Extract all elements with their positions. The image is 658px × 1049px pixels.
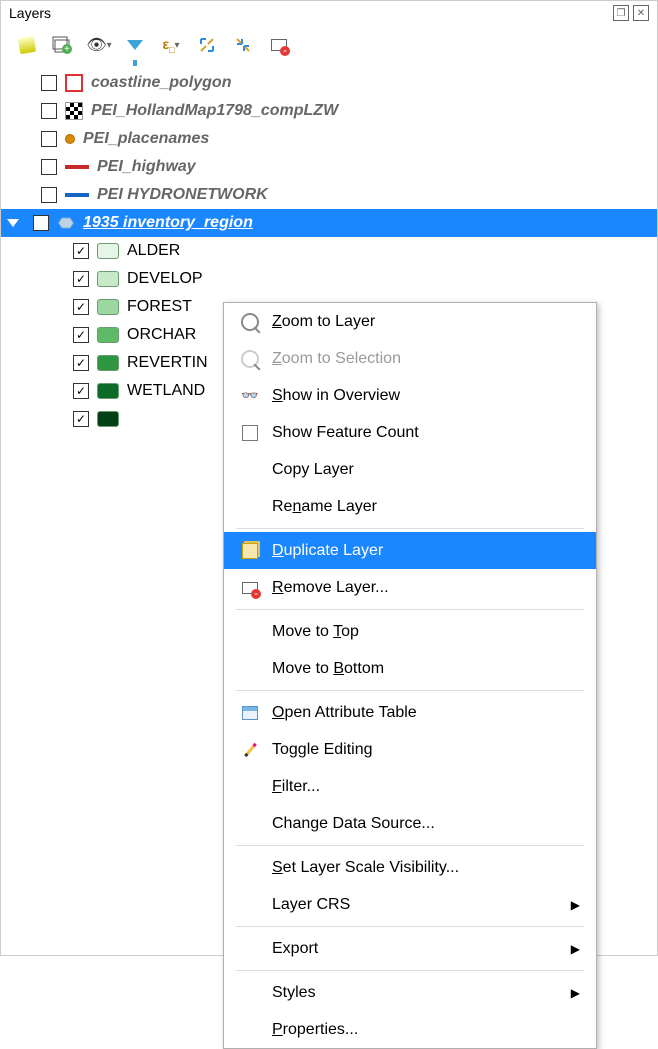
menu-duplicate-layer[interactable]: Duplicate Layer — [224, 532, 596, 569]
expand-all-icon[interactable] — [195, 33, 219, 57]
layer-tree: coastline_polygon PEI_HollandMap1798_com… — [1, 65, 657, 955]
menu-separator — [236, 926, 584, 927]
menu-copy-layer[interactable]: Copy Layer — [224, 451, 596, 488]
menu-separator — [236, 845, 584, 846]
point-swatch — [65, 134, 75, 144]
legend-label: ORCHAR — [127, 326, 196, 344]
table-icon — [242, 706, 258, 720]
menu-move-to-top[interactable]: Move to Top — [224, 613, 596, 650]
panel-undock-icon[interactable]: ❐ — [613, 5, 629, 21]
menu-separator — [236, 970, 584, 971]
duplicate-icon — [242, 543, 258, 559]
visibility-checkbox[interactable]: ✓ — [73, 383, 89, 399]
visibility-checkbox[interactable]: ✓ — [73, 411, 89, 427]
menu-toggle-editing[interactable]: Toggle Editing — [224, 731, 596, 768]
menu-set-scale-visibility[interactable]: Set Layer Scale Visibility... — [224, 849, 596, 886]
line-swatch — [65, 165, 89, 169]
visibility-checkbox[interactable] — [41, 187, 57, 203]
menu-zoom-to-selection: Zoom to Selection — [224, 340, 596, 377]
panel-header: Layers ❐ ✕ — [1, 1, 657, 25]
menu-open-attribute-table[interactable]: Open Attribute Table — [224, 694, 596, 731]
color-swatch — [97, 383, 119, 399]
menu-layer-crs[interactable]: Layer CRS▶ — [224, 886, 596, 923]
color-swatch — [97, 327, 119, 343]
submenu-arrow-icon: ▶ — [571, 942, 580, 956]
menu-export[interactable]: Export▶ — [224, 930, 596, 967]
color-swatch — [97, 299, 119, 315]
layers-toolbar: + 👁▾ ε□▾ — [1, 25, 657, 65]
color-swatch — [97, 355, 119, 371]
menu-separator — [236, 609, 584, 610]
line-swatch — [65, 193, 89, 197]
menu-move-to-bottom[interactable]: Move to Bottom — [224, 650, 596, 687]
remove-layer-icon[interactable] — [267, 33, 291, 57]
legend-label: WETLAND — [127, 382, 205, 400]
visibility-checkbox[interactable]: ✓ — [73, 355, 89, 371]
menu-styles[interactable]: Styles▶ — [224, 974, 596, 1011]
visibility-checkbox[interactable] — [41, 103, 57, 119]
layer-label: PEI_placenames — [83, 130, 209, 148]
filter-legend-icon[interactable] — [123, 33, 147, 57]
checkbox-icon — [242, 425, 258, 441]
menu-show-feature-count[interactable]: Show Feature Count — [224, 414, 596, 451]
menu-remove-layer[interactable]: Remove Layer... — [224, 569, 596, 606]
pencil-icon — [244, 742, 257, 756]
layer-inventory[interactable]: ✓ 1935 inventory_region — [1, 209, 657, 237]
visibility-checkbox[interactable]: ✓ — [73, 299, 89, 315]
layer-label: PEI_highway — [97, 158, 196, 176]
legend-label: REVERTIN — [127, 354, 208, 372]
menu-rename-layer[interactable]: Rename Layer — [224, 488, 596, 525]
legend-label: FOREST — [127, 298, 192, 316]
layer-label: PEI_HollandMap1798_compLZW — [91, 102, 338, 120]
legend-item[interactable]: ✓ ALDER — [1, 237, 657, 265]
layer-holland[interactable]: PEI_HollandMap1798_compLZW — [1, 97, 657, 125]
color-swatch — [97, 411, 119, 427]
menu-change-data-source[interactable]: Change Data Source... — [224, 805, 596, 842]
layer-context-menu: Zoom to Layer Zoom to Selection 👓Show in… — [223, 302, 597, 1049]
layer-label: coastline_polygon — [91, 74, 231, 92]
submenu-arrow-icon: ▶ — [571, 898, 580, 912]
menu-properties[interactable]: Properties... — [224, 1011, 596, 1048]
layer-styling-icon[interactable] — [15, 33, 39, 57]
menu-separator — [236, 528, 584, 529]
color-swatch — [97, 243, 119, 259]
svg-text:+: + — [64, 44, 70, 55]
layer-highway[interactable]: PEI_highway — [1, 153, 657, 181]
raster-swatch — [65, 102, 83, 120]
layer-label: 1935 inventory_region — [83, 214, 253, 232]
menu-filter[interactable]: Filter... — [224, 768, 596, 805]
add-group-icon[interactable]: + — [51, 33, 75, 57]
panel-close-icon[interactable]: ✕ — [633, 5, 649, 21]
visibility-checkbox[interactable]: ✓ — [73, 327, 89, 343]
layer-coastline[interactable]: coastline_polygon — [1, 69, 657, 97]
panel-title: Layers — [9, 5, 613, 21]
glasses-icon: 👓 — [240, 386, 260, 406]
layer-placenames[interactable]: PEI_placenames — [1, 125, 657, 153]
expand-arrow-icon[interactable] — [7, 219, 19, 227]
remove-icon — [242, 582, 258, 594]
manage-visibility-icon[interactable]: 👁▾ — [87, 33, 111, 57]
visibility-checkbox[interactable]: ✓ — [33, 215, 49, 231]
legend-label: ALDER — [127, 242, 180, 260]
submenu-arrow-icon: ▶ — [571, 986, 580, 1000]
color-swatch — [97, 271, 119, 287]
layer-label: PEI HYDRONETWORK — [97, 186, 268, 204]
visibility-checkbox[interactable]: ✓ — [73, 243, 89, 259]
visibility-checkbox[interactable] — [41, 75, 57, 91]
visibility-checkbox[interactable] — [41, 159, 57, 175]
menu-show-in-overview[interactable]: 👓Show in Overview — [224, 377, 596, 414]
filter-expression-icon[interactable]: ε□▾ — [159, 33, 183, 57]
layer-hydro[interactable]: PEI HYDRONETWORK — [1, 181, 657, 209]
visibility-checkbox[interactable] — [41, 131, 57, 147]
legend-label: DEVELOP — [127, 270, 203, 288]
visibility-checkbox[interactable]: ✓ — [73, 271, 89, 287]
collapse-all-icon[interactable] — [231, 33, 255, 57]
polygon-layer-icon — [57, 216, 75, 230]
menu-zoom-to-layer[interactable]: Zoom to Layer — [224, 303, 596, 340]
legend-item[interactable]: ✓ DEVELOP — [1, 265, 657, 293]
menu-separator — [236, 690, 584, 691]
polygon-outline-swatch — [65, 74, 83, 92]
